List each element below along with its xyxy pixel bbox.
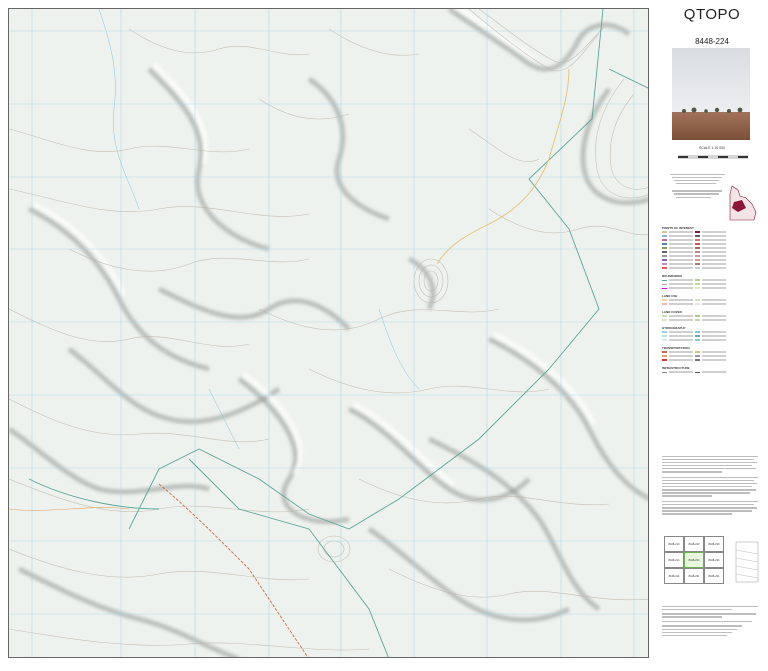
index-sheet: 8448-231 [704, 568, 724, 584]
adjoining-sheets-index: 8448-213 8448-223 8448-233 8448-214 8448… [664, 536, 724, 586]
index-sheet: 8448-223 [684, 536, 704, 552]
scale-text: SCALE 1:10 000 [698, 146, 726, 150]
legend: POINTS OF INTEREST BOUNDARIES LAND USE L… [662, 226, 762, 374]
index-sheet: 8448-211 [664, 568, 684, 584]
disclaimer-text [662, 454, 762, 516]
topographic-map[interactable] [8, 8, 649, 658]
index-sheet: 8448-234 [704, 552, 724, 568]
photo-thumbnail-icon [672, 48, 750, 140]
map-canvas[interactable] [9, 9, 649, 658]
map-title: QTOPO [683, 6, 741, 23]
index-sheet: 8448-213 [664, 536, 684, 552]
index-sheet-current: 8448-224 [684, 552, 704, 568]
index-sheet: 8448-233 [704, 536, 724, 552]
map-side-panel: QTOPO 8448-224 SCALE 1:10 000 POINTS OF … [656, 0, 768, 671]
index-sheet: 8448-214 [664, 552, 684, 568]
locator-map-of-queensland-icon [729, 185, 757, 221]
footer-notes [662, 604, 762, 638]
scale-bar-icon [678, 155, 748, 159]
fold-diagram-icon [735, 541, 759, 583]
map-sheet-number: 8448-224 [695, 37, 729, 46]
index-sheet: 8448-221 [684, 568, 704, 584]
